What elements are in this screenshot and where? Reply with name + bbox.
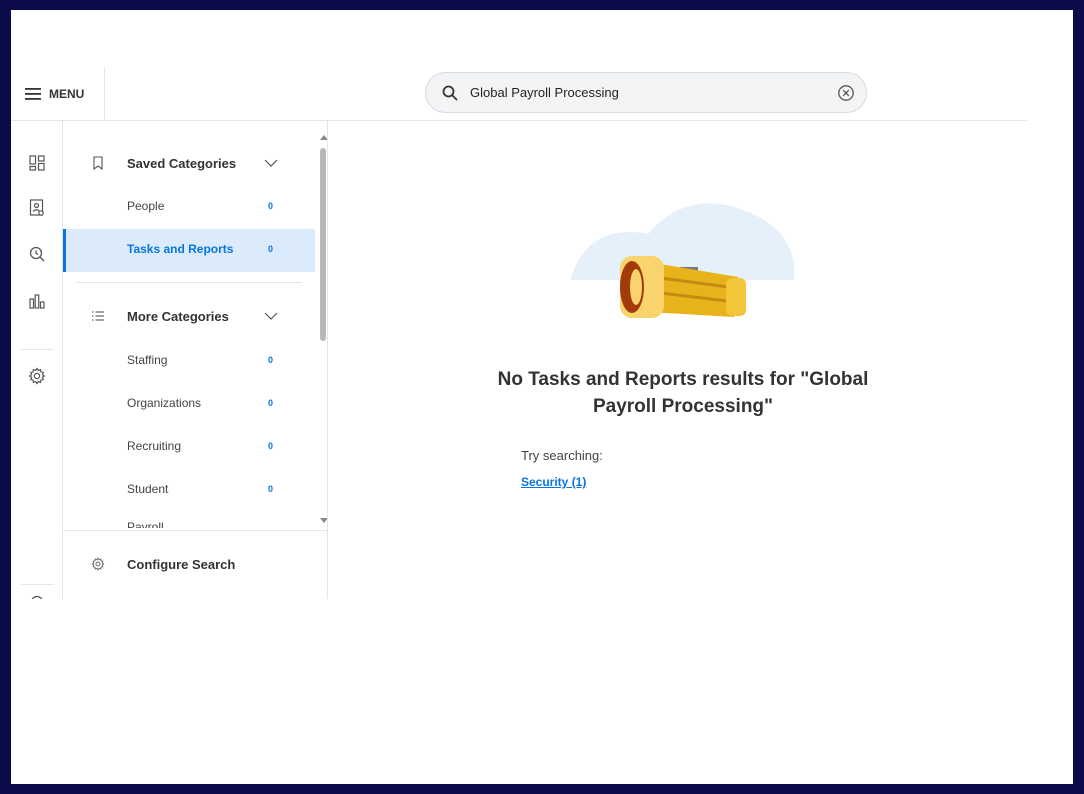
chevron-down-icon[interactable] <box>264 158 278 168</box>
saved-categories-header[interactable]: Saved Categories <box>63 143 317 183</box>
category-item-people[interactable]: People 0 <box>63 186 315 229</box>
avatar-icon[interactable] <box>31 595 43 599</box>
category-count: 0 <box>268 441 274 451</box>
more-categories-header[interactable]: More Categories <box>63 296 317 336</box>
divider <box>104 67 105 121</box>
dashboard-icon[interactable] <box>27 153 47 173</box>
search-icon <box>442 85 458 100</box>
category-count: 0 <box>268 201 274 211</box>
rail-divider <box>21 584 53 585</box>
category-count: 0 <box>268 355 274 365</box>
category-label: Recruiting <box>127 439 182 453</box>
category-panel: Saved Categories People 0 Tasks and Repo… <box>63 121 328 599</box>
section-divider <box>76 282 302 283</box>
category-item-organizations[interactable]: Organizations 0 <box>63 383 315 426</box>
left-rail <box>11 121 63 599</box>
try-searching-label: Try searching: <box>521 448 603 463</box>
configure-search-label: Configure Search <box>127 557 236 572</box>
more-categories-title: More Categories <box>127 308 229 324</box>
top-bar: MENU <box>11 10 1027 121</box>
menu-label: MENU <box>49 87 85 101</box>
chevron-down-icon[interactable] <box>264 311 278 321</box>
bookmark-icon <box>93 156 103 170</box>
menu-button[interactable]: MENU <box>25 84 84 104</box>
hamburger-icon <box>25 88 41 100</box>
category-label: People <box>127 199 165 213</box>
chart-icon[interactable] <box>27 291 47 311</box>
category-item-payroll[interactable]: Payroll <box>127 520 164 528</box>
search-bar[interactable] <box>425 72 867 113</box>
directory-icon[interactable] <box>27 198 47 218</box>
category-item-student[interactable]: Student 0 <box>63 469 315 512</box>
list-icon <box>92 311 104 321</box>
search-history-icon[interactable] <box>27 244 47 264</box>
gear-icon <box>91 557 105 571</box>
saved-categories-title: Saved Categories <box>127 155 237 171</box>
scrollbar[interactable] <box>317 121 327 529</box>
rail-divider <box>21 349 53 350</box>
category-count: 0 <box>268 484 274 494</box>
scroll-down-arrow[interactable] <box>320 518 327 523</box>
suggestion-link-security[interactable]: Security (1) <box>521 475 586 489</box>
category-item-staffing[interactable]: Staffing 0 <box>63 340 315 383</box>
category-label: Staffing <box>127 353 168 367</box>
results-area: No Tasks and Reports results for "Global… <box>328 121 1027 599</box>
empty-state-line-2: Payroll Processing" <box>592 396 774 417</box>
configure-search-button[interactable]: Configure Search <box>63 530 327 599</box>
category-item-recruiting[interactable]: Recruiting 0 <box>63 426 315 469</box>
gear-icon[interactable] <box>27 366 47 386</box>
category-label: Tasks and Reports <box>127 242 234 256</box>
category-item-tasks-and-reports[interactable]: Tasks and Reports 0 <box>63 229 315 272</box>
category-label: Organizations <box>127 396 202 410</box>
category-count: 0 <box>268 244 274 254</box>
flashlight-illustration <box>570 203 795 318</box>
clear-search-icon[interactable] <box>837 84 855 102</box>
empty-state-line-1: No Tasks and Reports results for "Global <box>497 369 869 390</box>
category-count: 0 <box>268 398 274 408</box>
app-window: MENU Global Payroll Processing Saved Cat… <box>11 10 1073 784</box>
scroll-up-arrow[interactable] <box>320 135 327 140</box>
empty-state-title: No Tasks and Reports results for "Global… <box>458 366 908 420</box>
search-input[interactable] <box>470 85 810 100</box>
scroll-thumb[interactable] <box>320 148 326 341</box>
category-label: Student <box>127 482 169 496</box>
